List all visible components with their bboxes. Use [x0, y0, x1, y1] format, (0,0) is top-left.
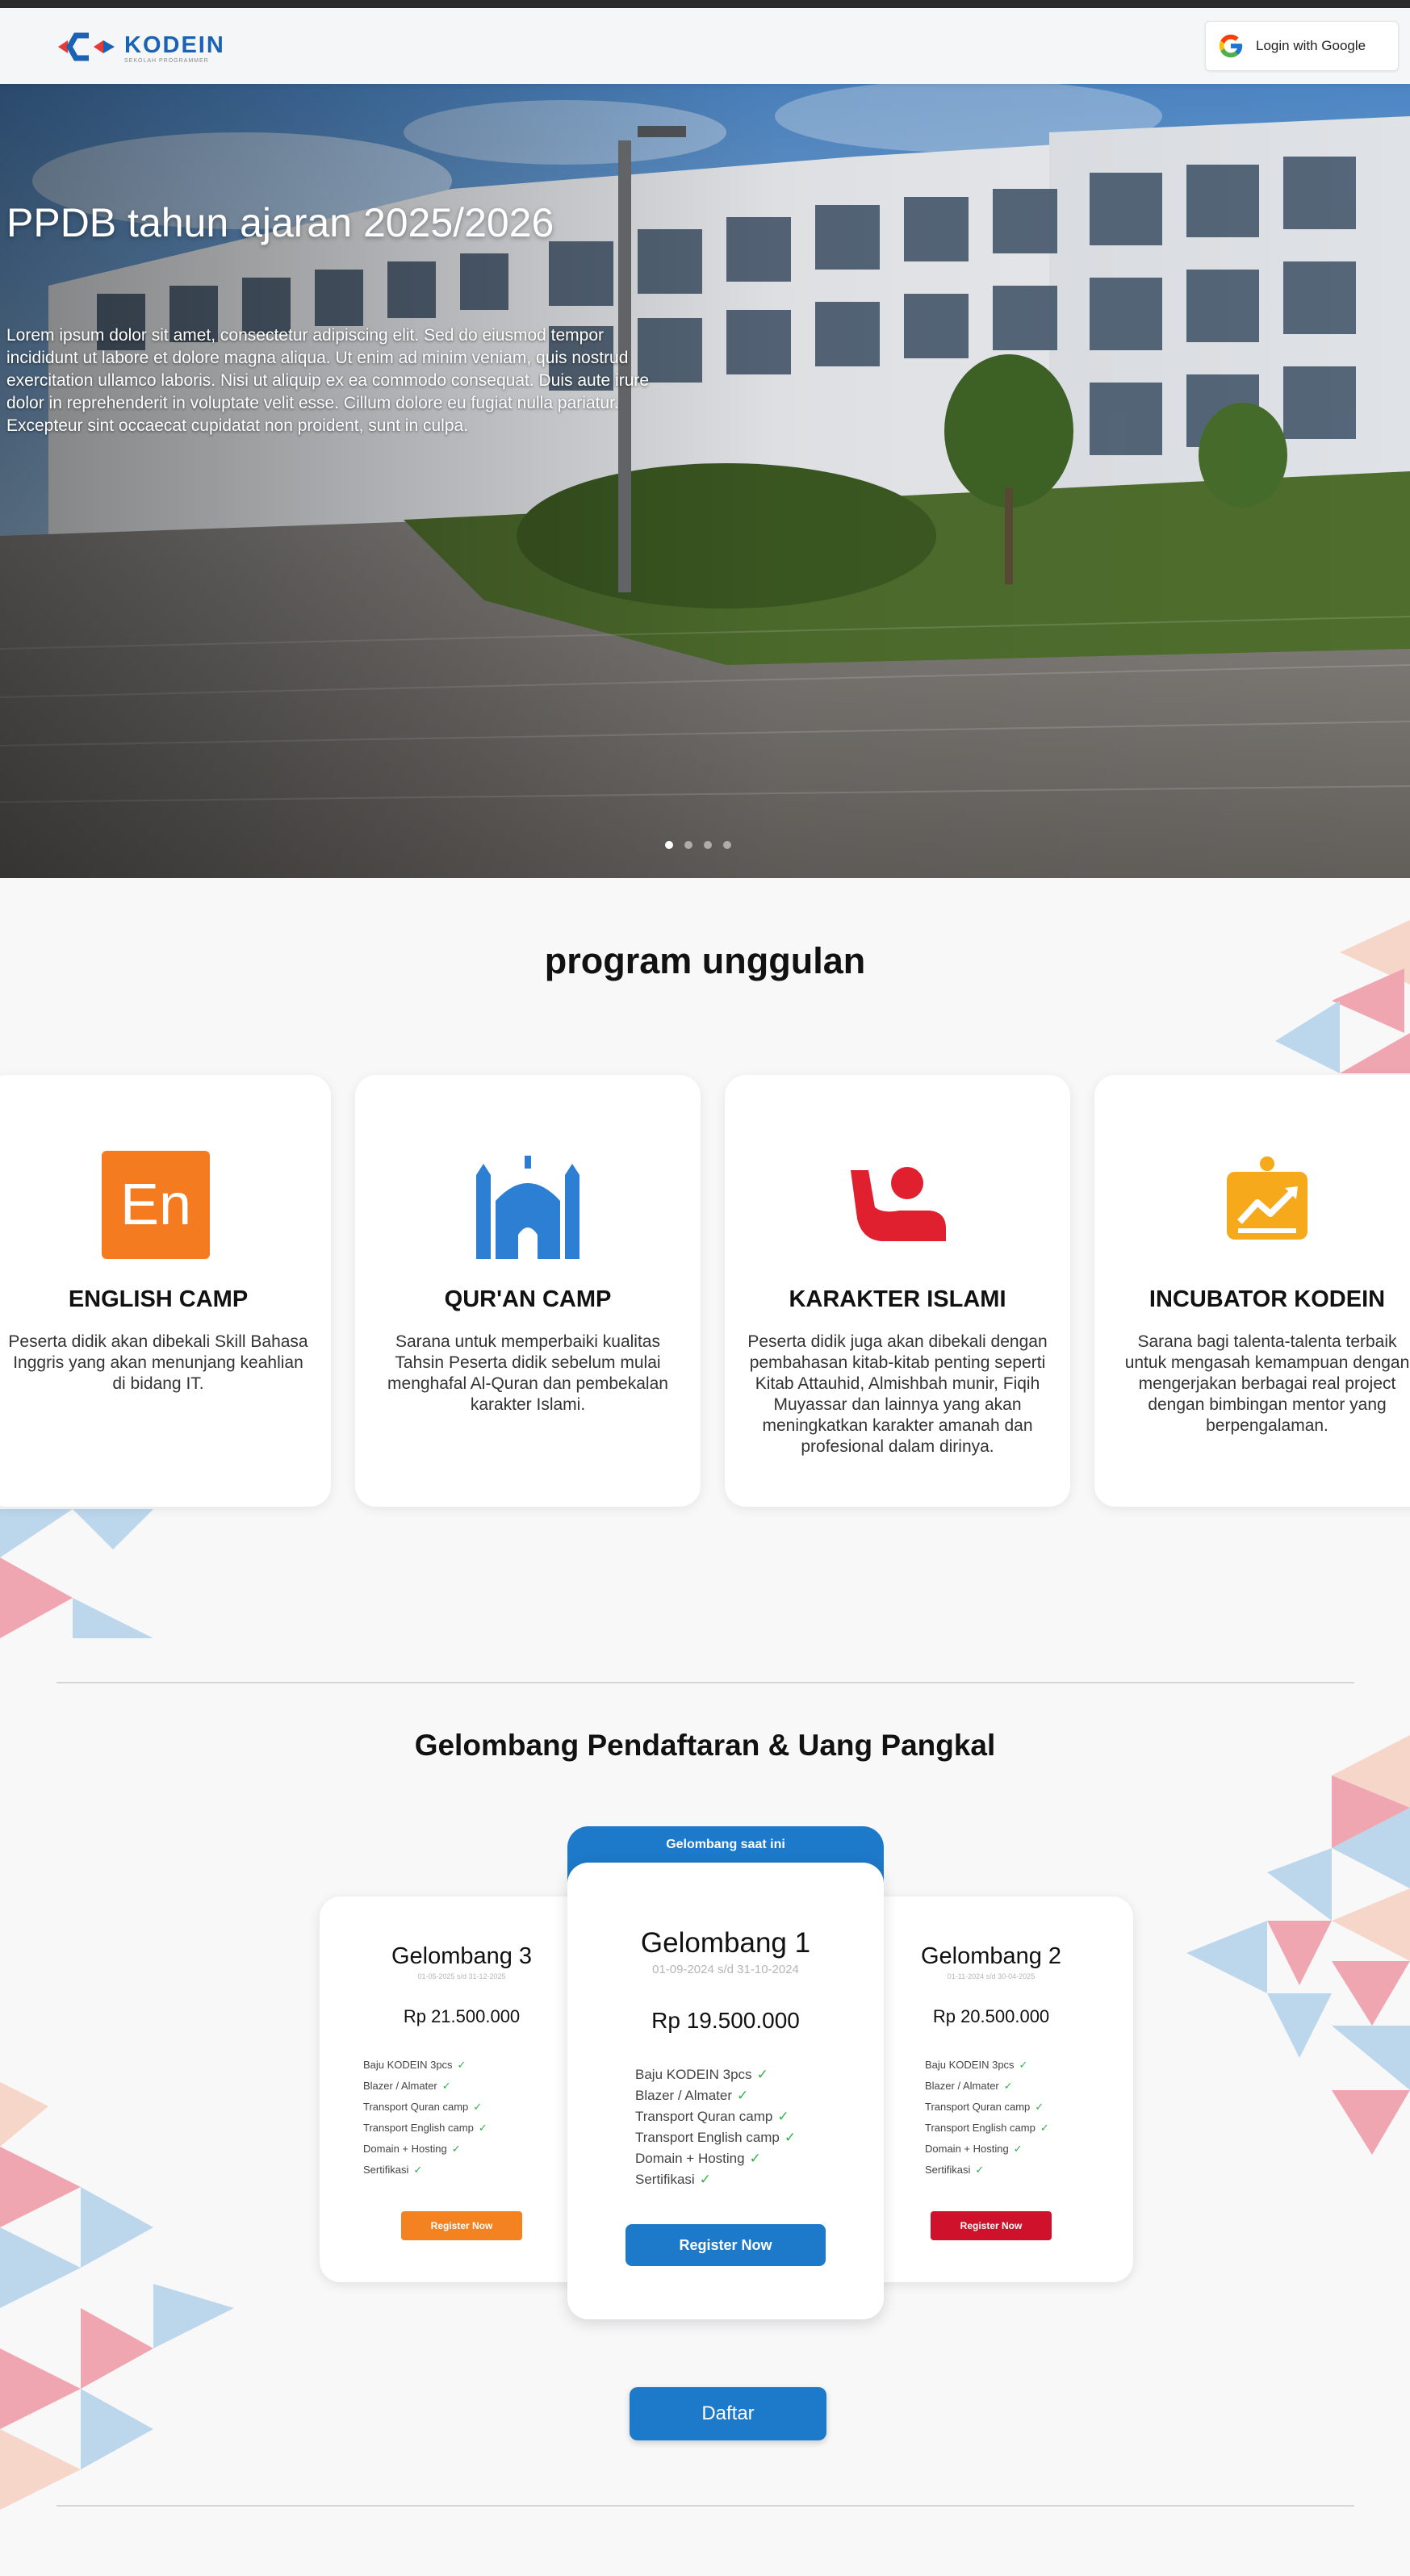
daftar-button[interactable]: Daftar	[630, 2387, 826, 2440]
top-edge-bar	[0, 0, 1410, 8]
check-icon: ✓	[777, 2109, 789, 2124]
feature-item: Transport Quran camp ✓	[363, 2101, 483, 2113]
triangle-pattern-decoration	[0, 1509, 153, 1638]
wave-price: Rp 20.500.000	[932, 2006, 1050, 2026]
feature-item: Transport English camp ✓	[925, 2122, 1049, 2134]
carousel-dot-2[interactable]	[684, 841, 692, 849]
check-icon: ✓	[441, 2080, 451, 2092]
feature-item: Baju KODEIN 3pcs ✓	[925, 2059, 1028, 2071]
carousel-dot-3[interactable]	[704, 841, 712, 849]
mosque-icon	[476, 1156, 579, 1259]
wave-name: Gelombang 1	[640, 1927, 811, 1959]
program-title: QUR'AN CAMP	[444, 1286, 612, 1312]
brand-tagline: SEKOLAH PROGRAMMER	[124, 58, 209, 64]
hero-paragraph: Lorem ipsum dolor sit amet, consectetur …	[6, 326, 650, 435]
google-icon	[1219, 34, 1243, 58]
check-icon: ✓	[451, 2143, 461, 2155]
wave-name: Gelombang 3	[391, 1943, 533, 1969]
check-icon: ✓	[1013, 2143, 1023, 2155]
feature-item: Sertifikasi ✓	[635, 2172, 711, 2187]
presentation-chart-icon	[1227, 1156, 1307, 1240]
program-title: INCUBATOR KODEIN	[1149, 1286, 1386, 1312]
check-icon: ✓	[1019, 2059, 1028, 2071]
carousel-indicators	[665, 841, 731, 849]
program-description: Peserta didik akan dibekali Skill Bahasa…	[8, 1332, 308, 1393]
english-icon: En	[102, 1151, 215, 1264]
feature-item: Blazer / Almater ✓	[925, 2080, 1013, 2092]
check-icon: ✓	[756, 2067, 768, 2082]
triangle-pattern-decoration	[1275, 920, 1410, 1073]
feature-item: Blazer / Almater ✓	[635, 2088, 749, 2103]
feature-item: Domain + Hosting ✓	[925, 2143, 1023, 2155]
feature-item: Transport English camp ✓	[635, 2130, 797, 2145]
feature-item: Sertifikasi ✓	[363, 2164, 423, 2176]
waves-section-title: Gelombang Pendaftaran & Uang Pangkal	[414, 1729, 996, 1762]
navbar: KODEIN SEKOLAH PROGRAMMER Login with Goo…	[0, 8, 1410, 84]
program-title: ENGLISH CAMP	[68, 1286, 249, 1312]
logo-mark-icon	[58, 32, 115, 61]
wave-dates: 01-05-2025 s/d 31-12-2025	[417, 1972, 506, 1980]
hero-carousel[interactable]: PPDB tahun ajaran 2025/2026 Lorem ipsum …	[0, 84, 1410, 878]
brand-name: KODEIN	[124, 32, 225, 58]
check-icon: ✓	[473, 2101, 483, 2113]
feature-item: Transport English camp ✓	[363, 2122, 487, 2134]
feature-item: Blazer / Almater ✓	[363, 2080, 451, 2092]
check-icon: ✓	[413, 2164, 423, 2176]
feature-item: Sertifikasi ✓	[925, 2164, 985, 2176]
login-with-google-button[interactable]: Login with Google	[1205, 21, 1399, 71]
register-now-button[interactable]: Register Now	[626, 2224, 826, 2266]
wave-dates: 01-11-2024 s/d 30-04-2025	[947, 1972, 1036, 1980]
wave-features-list: Baju KODEIN 3pcs ✓ Blazer / Almater ✓ Tran…	[635, 2064, 796, 2190]
check-icon: ✓	[699, 2172, 711, 2187]
check-icon: ✓	[1040, 2122, 1049, 2134]
program-description: Peserta didik juga akan dibekali dengan …	[747, 1332, 1048, 1456]
program-description: Sarana untuk memperbaiki kualitas Tahsin…	[387, 1332, 668, 1414]
register-now-button[interactable]: Register Now	[931, 2211, 1052, 2240]
login-label: Login with Google	[1256, 38, 1366, 53]
wave-price: Rp 19.500.000	[651, 2008, 800, 2033]
hero-title: PPDB tahun ajaran 2025/2026	[6, 200, 554, 245]
program-card-incubator: INCUBATOR KODEIN Sarana bagi talenta-tal…	[1094, 1075, 1410, 1507]
carousel-dot-4[interactable]	[723, 841, 731, 849]
triangle-pattern-decoration	[1186, 1735, 1410, 2155]
carousel-dot-1[interactable]	[665, 841, 673, 849]
check-icon: ✓	[749, 2151, 761, 2166]
feature-item: Transport Quran camp ✓	[925, 2101, 1044, 2113]
feature-item: Baju KODEIN 3pcs ✓	[363, 2059, 467, 2071]
program-title: KARAKTER ISLAMI	[789, 1286, 1006, 1312]
brand-logo[interactable]: KODEIN SEKOLAH PROGRAMMER	[56, 24, 224, 69]
wave-name: Gelombang 2	[920, 1943, 1062, 1969]
check-icon: ✓	[737, 2088, 749, 2103]
check-icon: ✓	[784, 2130, 797, 2145]
section-divider	[56, 2505, 1354, 2507]
register-now-button[interactable]: Register Now	[401, 2211, 522, 2240]
feature-item: Transport Quran camp ✓	[635, 2109, 789, 2124]
feature-item: Domain + Hosting ✓	[635, 2151, 761, 2166]
program-description: Sarana bagi talenta-talenta terbaik untu…	[1124, 1332, 1410, 1435]
check-icon: ✓	[1035, 2101, 1044, 2113]
check-icon: ✓	[478, 2122, 487, 2134]
triangle-pattern-decoration	[0, 2082, 234, 2510]
feature-item: Baju KODEIN 3pcs ✓	[635, 2067, 768, 2082]
wave-card-1: Gelombang 1 01-09-2024 s/d 31-10-2024 Rp…	[567, 1863, 884, 2319]
check-icon: ✓	[1003, 2080, 1013, 2092]
wave-card-3: Gelombang 3 01-05-2025 s/d 31-12-2025 Rp…	[320, 1896, 604, 2282]
check-icon: ✓	[975, 2164, 985, 2176]
program-card-karakter: KARAKTER ISLAMI Peserta didik juga akan …	[725, 1075, 1070, 1507]
wave-price: Rp 21.500.000	[403, 2006, 521, 2026]
wave-card-2: Gelombang 2 01-11-2024 s/d 30-04-2025 Rp…	[849, 1896, 1133, 2282]
check-icon: ✓	[457, 2059, 467, 2071]
program-card-english: En ENGLISH CAMP Peserta didik akan dibek…	[0, 1075, 331, 1507]
program-card-quran: QUR'AN CAMP Sarana untuk memperbaiki kua…	[355, 1075, 701, 1507]
feature-item: Domain + Hosting ✓	[363, 2143, 461, 2155]
programs-section-title: program unggulan	[544, 940, 866, 981]
person-raise-hand-icon	[851, 1167, 946, 1241]
section-divider	[56, 1682, 1354, 1683]
wave-features-list: Baju KODEIN 3pcs ✓ Blazer / Almater ✓ Tran…	[363, 2055, 487, 2181]
wave-dates: 01-09-2024 s/d 31-10-2024	[652, 1963, 799, 1976]
wave-features-list: Baju KODEIN 3pcs ✓ Blazer / Almater ✓ Tran…	[925, 2055, 1049, 2181]
